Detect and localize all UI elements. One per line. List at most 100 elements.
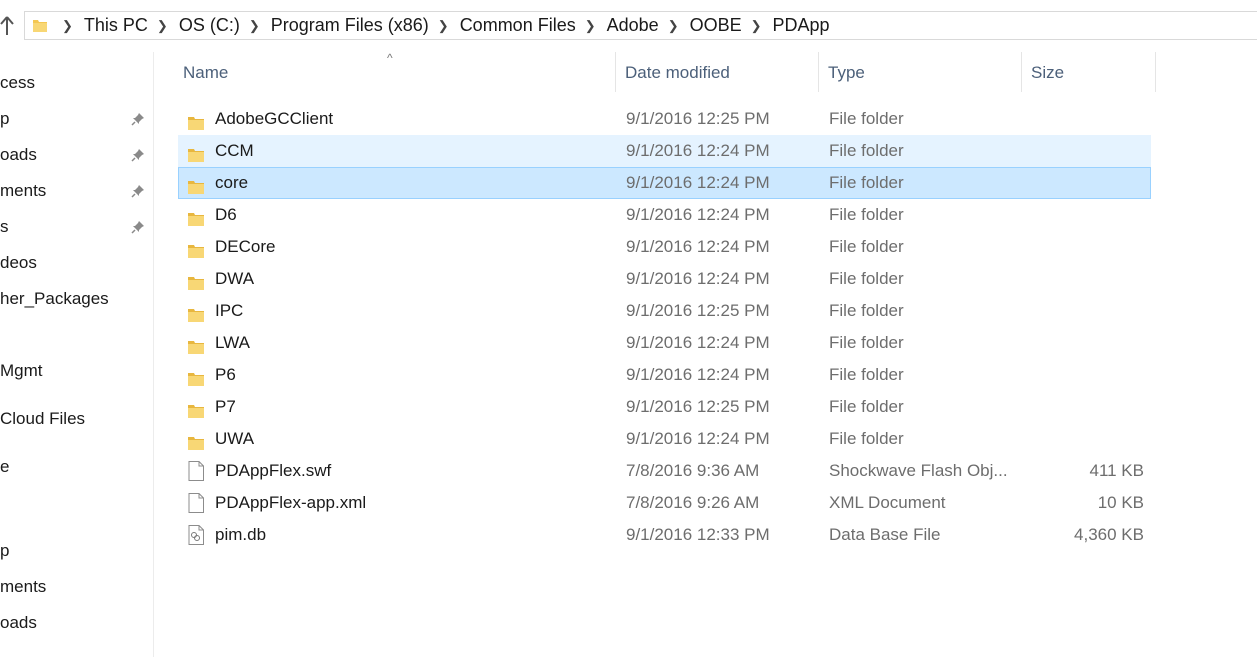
file-name: P6: [215, 365, 236, 384]
nav-item[interactable]: s: [0, 215, 9, 239]
file-row[interactable]: DECore 9/1/2016 12:24 PM File folder: [178, 231, 1151, 263]
file-list: ^ Name Date modified Type Size AdobeGCCl…: [155, 52, 1257, 657]
file-type: File folder: [829, 173, 904, 192]
file-date-modified: 9/1/2016 12:24 PM: [626, 269, 770, 288]
file-row[interactable]: P7 9/1/2016 12:25 PM File folder: [178, 391, 1151, 423]
folder-icon: [188, 143, 204, 162]
nav-item[interactable]: ments: [0, 575, 46, 599]
file-type: File folder: [829, 141, 904, 160]
pin-icon[interactable]: [131, 220, 145, 234]
file-row[interactable]: core 9/1/2016 12:24 PM File folder: [178, 167, 1151, 199]
file-row[interactable]: pim.db 9/1/2016 12:33 PM Data Base File 4,3…: [178, 519, 1151, 551]
nav-item[interactable]: e: [0, 455, 9, 479]
file-name: D6: [215, 205, 237, 224]
file-row[interactable]: P6 9/1/2016 12:24 PM File folder: [178, 359, 1151, 391]
breadcrumb-item[interactable]: Adobe: [607, 15, 659, 36]
column-header-name[interactable]: Name: [183, 52, 228, 94]
file-row[interactable]: LWA 9/1/2016 12:24 PM File folder: [178, 327, 1151, 359]
file-date-modified: 9/1/2016 12:25 PM: [626, 301, 770, 320]
file-name: P7: [215, 397, 236, 416]
file-row[interactable]: AdobeGCClient 9/1/2016 12:25 PM File folde…: [178, 103, 1151, 135]
file-date-modified: 9/1/2016 12:24 PM: [626, 141, 770, 160]
column-divider[interactable]: [818, 52, 819, 92]
pin-icon[interactable]: [131, 184, 145, 198]
file-type: File folder: [829, 237, 904, 256]
file-date-modified: 9/1/2016 12:25 PM: [626, 397, 770, 416]
file-type: File folder: [829, 429, 904, 448]
column-header-type[interactable]: Type: [828, 52, 865, 94]
pin-icon[interactable]: [131, 112, 145, 126]
nav-item[interactable]: Cloud Files: [0, 407, 85, 431]
breadcrumb-item[interactable]: Common Files: [460, 15, 576, 36]
nav-item[interactable]: oads: [0, 143, 37, 167]
file-name: DWA: [215, 269, 255, 288]
column-divider[interactable]: [1155, 52, 1156, 92]
file-row[interactable]: PDAppFlex.swf 7/8/2016 9:36 AM Shockwave F…: [178, 455, 1151, 487]
nav-item[interactable]: oads: [0, 611, 37, 635]
file-date-modified: 9/1/2016 12:24 PM: [626, 333, 770, 352]
file-name: PDAppFlex-app.xml: [215, 493, 367, 512]
column-header-date-modified[interactable]: Date modified: [625, 52, 730, 94]
file-date-modified: 9/1/2016 12:25 PM: [626, 109, 770, 128]
file-name: IPC: [215, 301, 244, 320]
nav-item[interactable]: p: [0, 539, 9, 563]
file-row[interactable]: D6 9/1/2016 12:24 PM File folder: [178, 199, 1151, 231]
file-type: File folder: [829, 333, 904, 352]
file-row[interactable]: UWA 9/1/2016 12:24 PM File folder: [178, 423, 1151, 455]
file-type: File folder: [829, 109, 904, 128]
file-date-modified: 9/1/2016 12:24 PM: [626, 429, 770, 448]
file-row[interactable]: PDAppFlex-app.xml 7/8/2016 9:26 AM XML Doc…: [178, 487, 1151, 519]
chevron-right-icon[interactable]: ❯: [585, 19, 596, 32]
file-size: 4,360 KB: [1074, 525, 1144, 544]
file-name: DECore: [215, 237, 276, 256]
chevron-right-icon[interactable]: ❯: [668, 19, 679, 32]
folder-icon: [188, 431, 204, 450]
chevron-right-icon[interactable]: ❯: [249, 19, 260, 32]
chevron-right-icon[interactable]: ❯: [751, 19, 762, 32]
file-row[interactable]: DWA 9/1/2016 12:24 PM File folder: [178, 263, 1151, 295]
column-divider[interactable]: [615, 52, 616, 92]
chevron-right-icon[interactable]: ❯: [438, 19, 449, 32]
file-type: XML Document: [829, 493, 946, 512]
folder-icon: [33, 19, 47, 32]
folder-icon: [188, 175, 204, 194]
folder-icon: [188, 239, 204, 258]
file-size: 10 KB: [1097, 493, 1144, 512]
up-arrow-icon[interactable]: [0, 14, 16, 40]
breadcrumb-item[interactable]: Program Files (x86): [271, 15, 429, 36]
nav-item[interactable]: ments: [0, 179, 46, 203]
column-header-size[interactable]: Size: [1031, 52, 1064, 94]
file-date-modified: 9/1/2016 12:24 PM: [626, 237, 770, 256]
nav-item[interactable]: her_Packages: [0, 287, 109, 311]
nav-item[interactable]: p: [0, 107, 9, 131]
nav-item[interactable]: Mgmt: [0, 359, 43, 383]
file-name: pim.db: [215, 525, 267, 544]
file-date-modified: 9/1/2016 12:33 PM: [626, 525, 770, 544]
file-size: 411 KB: [1089, 461, 1144, 480]
chevron-right-icon[interactable]: ❯: [157, 19, 168, 32]
breadcrumb-item[interactable]: This PC: [84, 15, 148, 36]
breadcrumb[interactable]: ❯ This PC ❯ OS (C:) ❯ Program Files (x86) ❯ Com…: [24, 11, 1257, 40]
nav-item[interactable]: deos: [0, 251, 37, 275]
folder-icon: [188, 271, 204, 290]
folder-icon: [188, 207, 204, 226]
file-name: CCM: [215, 141, 254, 160]
file-name: PDAppFlex.swf: [215, 461, 332, 480]
folder-icon: [188, 399, 204, 418]
column-divider[interactable]: [1021, 52, 1022, 92]
breadcrumb-item[interactable]: OS (C:): [179, 15, 240, 36]
nav-item[interactable]: cess: [0, 71, 35, 95]
file-date-modified: 9/1/2016 12:24 PM: [626, 173, 770, 192]
address-bar: ❯ This PC ❯ OS (C:) ❯ Program Files (x86) ❯ Com…: [0, 0, 1257, 52]
file-row[interactable]: IPC 9/1/2016 12:25 PM File folder: [178, 295, 1151, 327]
chevron-right-icon[interactable]: ❯: [62, 19, 73, 32]
pin-icon[interactable]: [131, 148, 145, 162]
file-name: UWA: [215, 429, 255, 448]
file-row[interactable]: CCM 9/1/2016 12:24 PM File folder: [178, 135, 1151, 167]
breadcrumb-item[interactable]: PDApp: [773, 15, 830, 36]
file-name: AdobeGCClient: [215, 109, 334, 128]
file-type: File folder: [829, 269, 904, 288]
folder-icon: [188, 303, 204, 322]
file-date-modified: 7/8/2016 9:36 AM: [626, 461, 760, 480]
breadcrumb-item[interactable]: OOBE: [690, 15, 742, 36]
